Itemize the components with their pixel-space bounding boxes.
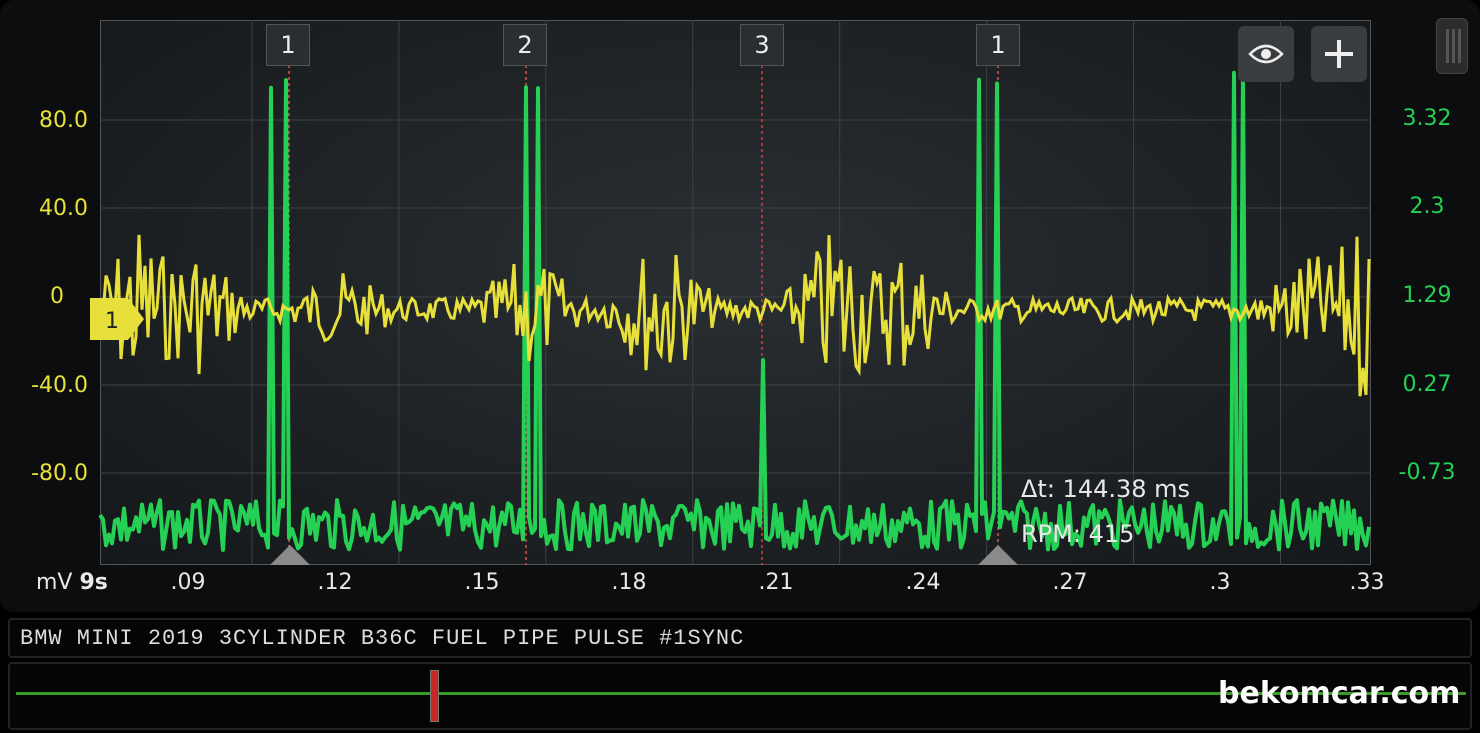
right-axis-tick: 1.29 — [1402, 283, 1452, 308]
eye-icon — [1248, 44, 1284, 64]
waveform-title-bar: BMW MINI 2019 3CYLINDER B36C FUEL PIPE P… — [8, 618, 1472, 658]
waveform-title: BMW MINI 2019 3CYLINDER B36C FUEL PIPE P… — [20, 626, 745, 651]
x-axis-tick: .27 — [1052, 570, 1088, 595]
x-axis-tick: .33 — [1349, 570, 1385, 595]
x-axis-unit: mV 9s — [36, 570, 108, 595]
x-axis-tick: .3 — [1209, 570, 1231, 595]
left-axis-tick: 80.0 — [39, 108, 88, 133]
navigator-thumb[interactable] — [430, 670, 439, 722]
right-axis-tick: 0.27 — [1402, 372, 1452, 397]
cylinder-marker-2[interactable]: 2 — [503, 24, 547, 66]
right-axis-tick: -0.73 — [1398, 460, 1456, 485]
x-axis-tick: .09 — [170, 570, 206, 595]
left-axis-tick: -80.0 — [31, 461, 88, 486]
eye-button[interactable] — [1238, 26, 1294, 82]
x-axis-tick: .18 — [611, 570, 647, 595]
side-panel-handle[interactable] — [1436, 18, 1468, 74]
add-button[interactable] — [1311, 26, 1367, 82]
x-axis-tick: .21 — [758, 570, 794, 595]
cylinder-marker-1[interactable]: 1 — [266, 24, 310, 66]
cylinder-marker-3[interactable]: 3 — [740, 24, 784, 66]
left-axis-tick: 40.0 — [39, 196, 88, 221]
cylinder-marker-1b[interactable]: 1 — [976, 24, 1020, 66]
x-axis-tick: .24 — [905, 570, 941, 595]
cursor-handle — [270, 545, 310, 565]
delta-t-readout: Δt: 144.38 ms — [1021, 475, 1191, 503]
rpm-readout: RPM: 415 — [1021, 520, 1135, 548]
cursor-handles — [270, 545, 1018, 565]
left-axis-tick: 0 — [50, 284, 64, 309]
channel-1-flag[interactable]: 1 — [90, 298, 144, 340]
channel-a-trace — [98, 234, 1371, 397]
plus-icon — [1325, 40, 1353, 68]
x-axis-tick: .15 — [464, 570, 500, 595]
watermark: bekomcar.com — [1218, 676, 1461, 711]
right-axis-tick: 3.32 — [1402, 106, 1452, 131]
left-axis-tick: -40.0 — [31, 373, 88, 398]
cursor-handle — [978, 545, 1018, 565]
svg-text:1: 1 — [105, 309, 119, 334]
right-axis-tick: 2.3 — [1409, 194, 1445, 219]
x-axis-tick: .12 — [317, 570, 353, 595]
